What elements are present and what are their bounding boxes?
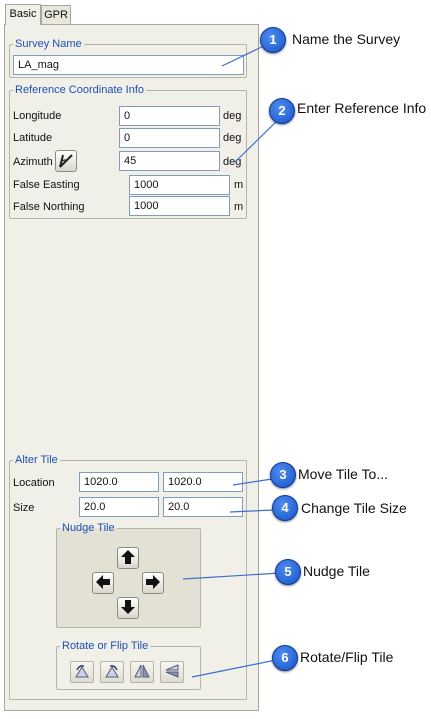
survey-name-input[interactable]: LA_mag — [13, 55, 244, 75]
location-label: Location — [13, 477, 55, 489]
false-easting-unit: m — [234, 179, 244, 191]
rotate-left-icon — [74, 664, 90, 681]
arrow-down-icon — [120, 599, 136, 618]
arrow-left-icon — [95, 574, 111, 593]
latitude-unit: deg — [223, 132, 242, 144]
false-easting-input[interactable]: 1000 — [129, 175, 230, 195]
survey-name-legend: Survey Name — [15, 38, 82, 50]
rotate-left-button[interactable] — [70, 661, 94, 683]
callout-badge-4: 4 — [272, 495, 298, 521]
tab-gpr[interactable]: GPR — [41, 5, 71, 25]
callout-text-5: Nudge Tile — [303, 563, 370, 579]
azimuth-input[interactable]: 45 — [119, 151, 220, 171]
size-x-input[interactable]: 20.0 — [79, 497, 159, 517]
callout-text-3: Move Tile To... — [298, 466, 389, 482]
azimuth-icon — [57, 151, 75, 172]
callout-badge-6: 6 — [272, 645, 298, 671]
flip-vertical-icon — [164, 663, 180, 681]
size-label: Size — [13, 502, 35, 514]
tab-basic[interactable]: Basic — [5, 4, 41, 25]
callout-badge-3: 3 — [270, 462, 296, 488]
longitude-unit: deg — [223, 110, 242, 122]
flip-horizontal-button[interactable] — [130, 661, 154, 683]
flip-horizontal-icon — [134, 664, 150, 681]
azimuth-unit: deg — [223, 156, 242, 168]
flip-vertical-button[interactable] — [160, 661, 184, 683]
nudge-tile-legend: Nudge Tile — [62, 522, 115, 534]
false-northing-unit: m — [234, 201, 244, 213]
nudge-up-button[interactable] — [117, 547, 139, 569]
callout-text-4: Change Tile Size — [301, 500, 407, 516]
false-northing-label: False Northing — [13, 201, 85, 213]
callout-text-2: Enter Reference Info — [297, 100, 427, 116]
callout-badge-5: 5 — [275, 559, 301, 585]
latitude-label: Latitude — [13, 132, 53, 144]
azimuth-label: Azimuth — [13, 156, 53, 168]
callout-text-1: Name the Survey — [292, 31, 401, 47]
false-easting-label: False Easting — [13, 179, 80, 191]
longitude-label: Longitude — [13, 110, 62, 122]
rotate-right-icon — [104, 664, 120, 681]
location-y-input[interactable]: 1020.0 — [163, 472, 243, 492]
location-x-input[interactable]: 1020.0 — [79, 472, 159, 492]
size-y-input[interactable]: 20.0 — [163, 497, 243, 517]
rotate-right-button[interactable] — [100, 661, 124, 683]
nudge-left-button[interactable] — [92, 572, 114, 594]
reference-coordinate-legend: Reference Coordinate Info — [15, 84, 145, 96]
arrow-up-icon — [120, 549, 136, 568]
alter-tile-legend: Alter Tile — [15, 454, 58, 466]
nudge-down-button[interactable] — [117, 597, 139, 619]
callout-badge-1: 1 — [260, 27, 286, 53]
arrow-right-icon — [145, 574, 161, 593]
longitude-input[interactable]: 0 — [119, 106, 220, 126]
callout-badge-2: 2 — [269, 98, 295, 124]
azimuth-tool-button[interactable] — [55, 150, 77, 172]
false-northing-input[interactable]: 1000 — [129, 196, 230, 216]
nudge-right-button[interactable] — [142, 572, 164, 594]
latitude-input[interactable]: 0 — [119, 128, 220, 148]
callout-text-6: Rotate/Flip Tile — [300, 649, 394, 665]
rotate-flip-legend: Rotate or Flip Tile — [62, 640, 149, 652]
